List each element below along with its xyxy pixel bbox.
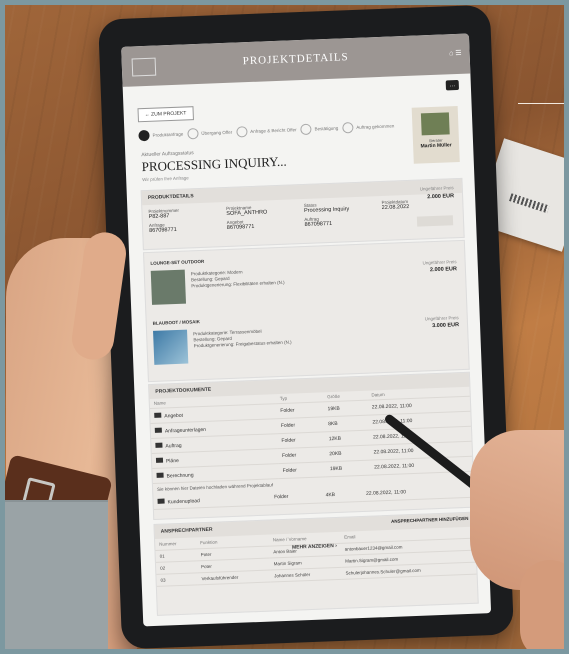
step-label: Anfrage & Bericht Offer: [250, 127, 297, 134]
step-4: Bestätigung: [300, 123, 339, 136]
cell: Folder: [269, 488, 322, 505]
cell: Folder: [278, 461, 327, 479]
callout-line: [518, 103, 569, 104]
advisor-card[interactable]: Berater Martin Müller: [411, 106, 460, 164]
doc-name: Pläne: [165, 457, 179, 464]
cell: 19KB: [323, 400, 369, 417]
app-header: PROJEKTDETAILS ⌂ ☰: [121, 33, 471, 87]
field: Angebot 867098771: [227, 217, 302, 231]
step-3: Anfrage & Bericht Offer: [235, 124, 297, 138]
advisor-name: Martin Müller: [420, 142, 452, 150]
doc-name: Angebot: [164, 412, 184, 420]
barcode: [509, 193, 550, 214]
field: Anfrage 867098771: [149, 220, 224, 234]
step-dot-icon: [187, 127, 199, 140]
doc-name: Kundenupload: [167, 497, 200, 505]
cell: 4KB: [321, 486, 363, 504]
cell: Johannes Schüler: [269, 567, 342, 583]
folder-icon: [156, 472, 164, 478]
items-section: LOUNGE-SET OUTDOOR Produktkategorie: Mod…: [143, 239, 470, 383]
status-note: Wir prüfen Ihre Anfrage: [142, 175, 189, 183]
back-button-label: ZUM PROJEKT: [151, 110, 187, 118]
cell: 20KB: [325, 445, 370, 462]
item-description: Produktkategorie: Terrassenmöbel Bestellu…: [193, 328, 292, 350]
desc-line: Produktkategorie: Modern: [190, 269, 243, 277]
cell: 8KB: [323, 415, 369, 432]
field: Projektname SOFA_ANTHRO: [226, 203, 301, 217]
step-dot-icon: [342, 122, 354, 134]
step-label: Produktanfrage: [152, 131, 184, 138]
shirt-sleeve: [0, 500, 108, 654]
step-2: Übergang Offer: [187, 127, 232, 140]
price-label: Ungefährer Preis: [422, 259, 457, 266]
product-item[interactable]: LOUNGE-SET OUTDOOR Produktkategorie: Mod…: [150, 259, 285, 305]
price-label: Ungefährer Preis: [424, 315, 459, 322]
folder-icon: [154, 412, 162, 418]
price-value: 3.000 EUR: [432, 322, 460, 330]
price-value: 2.000 EUR: [427, 193, 455, 201]
cell: Verkaufsführender: [197, 570, 271, 585]
product-image: [153, 329, 189, 365]
back-button[interactable]: ← ZUM PROJEKT: [137, 106, 194, 123]
item-name: LOUNGE-SET OUTDOOR: [150, 258, 205, 266]
doc-name: Anfrageunterlagen: [164, 426, 207, 434]
documents-table: Name Typ Größe Datum Angebot Folder 19KB 22…: [149, 386, 473, 484]
chat-icon[interactable]: …: [445, 79, 460, 91]
field: Auftrag 867098771: [304, 214, 379, 228]
right-hand-fingers: [520, 560, 569, 654]
step-5: Auftrag gekommen: [342, 120, 395, 134]
folder-icon: [154, 427, 162, 433]
cell: 03: [156, 572, 198, 587]
doc-name: Berechnung: [166, 471, 194, 479]
page-title: PROJEKTDETAILS: [242, 51, 349, 68]
folder-icon: [157, 498, 165, 504]
item-description: Produktkategorie: Modern Bestellung: Gepa…: [191, 268, 285, 290]
contacts-section: ANSPRECHPARTNER ANSPRECHPARTNER HINZUFÜG…: [153, 511, 479, 616]
step-label: Bestätigung: [314, 125, 339, 132]
product-image: [150, 269, 187, 305]
doc-name: Auftrag: [165, 442, 182, 449]
folder-icon: [155, 442, 163, 448]
cell: Kundenupload: [153, 490, 271, 510]
item-name: BLAUBOOT / MOSAIK: [152, 319, 201, 326]
step-dot-icon: [235, 126, 248, 138]
cell: 12KB: [324, 430, 370, 447]
cell: 19KB: [325, 460, 371, 477]
tablet: PROJEKTDETAILS ⌂ ☰ … ← ZUM PROJEKT Produ…: [98, 4, 514, 650]
product-item[interactable]: BLAUBOOT / MOSAIK Produktkategorie: Terr…: [153, 319, 292, 365]
step-label: Übergang Offer: [201, 129, 233, 136]
step-1: Produktanfrage: [138, 129, 183, 142]
avatar: [420, 112, 450, 136]
step-label: Auftrag gekommen: [356, 123, 395, 130]
field: Status Processing Inquiry: [304, 200, 379, 214]
folder-icon: [155, 457, 164, 463]
cell: 22.08.2022, 11:00: [361, 482, 474, 502]
step-dot-icon: [138, 129, 150, 142]
progress-steps: Produktanfrage Übergang Offer Anfrage & …: [138, 120, 395, 142]
field: Projektnummer P82-887: [148, 206, 223, 220]
step-dot-icon: [300, 123, 312, 136]
action-button[interactable]: [416, 215, 454, 227]
product-details-section: PRODUKTDETAILS Projektnummer P82-887 Proj…: [140, 177, 465, 251]
tablet-screen: PROJEKTDETAILS ⌂ ☰ … ← ZUM PROJEKT Produ…: [121, 33, 492, 627]
photo-scene: PROJEKTDETAILS ⌂ ☰ … ← ZUM PROJEKT Produ…: [0, 0, 569, 654]
header-icons[interactable]: ⌂ ☰: [449, 49, 462, 57]
price-value: 2.000 EUR: [429, 266, 458, 274]
